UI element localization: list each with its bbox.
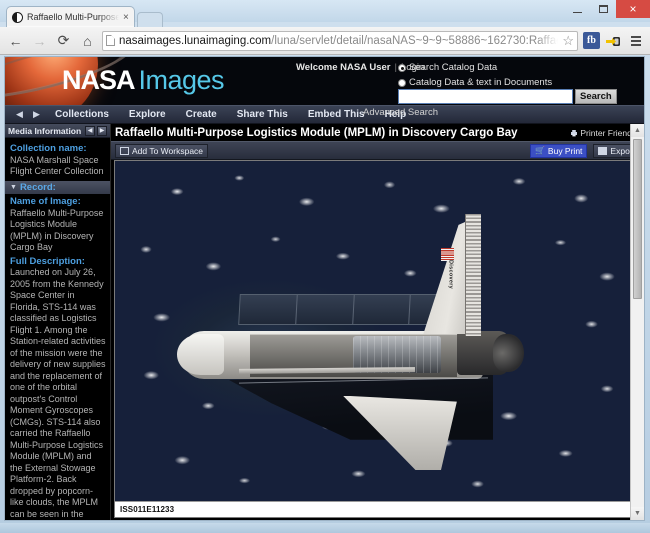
tab-close-icon[interactable]: × xyxy=(123,12,129,23)
detail-action-toolbar: Add To Workspace 🛒 Buy Print Export xyxy=(111,141,644,160)
logo-nasa-text: NASA xyxy=(62,65,135,95)
space-shuttle-graphic: Discovery xyxy=(115,161,633,501)
hamburger-menu-icon[interactable] xyxy=(628,32,644,49)
panel-collapse-left-button[interactable]: ◀ xyxy=(85,126,95,136)
reload-icon[interactable]: ⟳ xyxy=(54,31,73,50)
workspace-icon xyxy=(120,147,129,155)
bookmark-star-icon[interactable]: ☆ xyxy=(562,33,574,49)
name-of-image-label: Name of Image: xyxy=(10,196,106,208)
tab-title: Raffaello Multi-Purpose xyxy=(27,12,119,22)
name-of-image-value: Raffaello Multi-Purpose Logistics Module… xyxy=(10,208,106,254)
panel-header: Media Information ◀ ▶ xyxy=(5,124,110,138)
new-tab-button[interactable] xyxy=(137,12,163,27)
site-logo[interactable]: NASAImages xyxy=(62,65,224,96)
nav-item-collections[interactable]: Collections xyxy=(45,109,119,120)
collection-name-value: NASA Marshall Space Flight Center Collec… xyxy=(10,155,106,178)
user-divider: | xyxy=(395,62,397,73)
scrollbar-down-arrow-icon[interactable]: ▼ xyxy=(631,507,644,520)
detail-content-panel: Raffaello Multi-Purpose Logistics Module… xyxy=(111,124,644,520)
maximize-button[interactable] xyxy=(590,0,616,18)
home-icon[interactable]: ⌂ xyxy=(78,31,97,50)
tail-detail-stripes xyxy=(465,214,482,336)
image-viewer[interactable]: Discovery ISS011E11233 xyxy=(114,160,634,518)
site-header: NASAImages Welcome NASA User | Login Sea… xyxy=(5,57,644,105)
printer-icon xyxy=(570,129,578,137)
add-to-workspace-label: Add To Workspace xyxy=(132,146,203,156)
radio-search-catalog-data[interactable]: Search Catalog Data xyxy=(398,62,497,75)
key-icon-glyph xyxy=(606,34,622,48)
facebook-extension-icon[interactable]: fb xyxy=(583,32,600,49)
scrollbar-up-arrow-icon[interactable]: ▲ xyxy=(631,124,644,137)
url-path: /luna/servlet/detail/nasaNAS~9~9~58886~1… xyxy=(271,35,558,47)
search-row: Search xyxy=(398,89,617,104)
window-status-bar xyxy=(0,523,650,533)
record-section-toggle[interactable]: ▼ Record: xyxy=(5,181,110,195)
logo-images-text: Images xyxy=(139,65,225,95)
search-scope-radios: Search Catalog Data Catalog Data & text … xyxy=(398,62,644,92)
orbiter-nose xyxy=(177,334,224,375)
nav-item-share-this[interactable]: Share This xyxy=(227,109,298,120)
window-controls: × xyxy=(564,0,650,18)
tab-favicon-icon xyxy=(12,12,23,23)
radio-catalog-data-and-text[interactable]: Catalog Data & text in Documents xyxy=(398,77,552,90)
page-title: Raffaello Multi-Purpose Logistics Module… xyxy=(115,127,564,139)
nasa-images-page: NASAImages Welcome NASA User | Login Sea… xyxy=(5,57,644,520)
scrollbar-thumb[interactable] xyxy=(633,139,642,299)
page-viewport: NASAImages Welcome NASA User | Login Sea… xyxy=(4,56,645,521)
url-text: nasaimages.lunaimaging.com/luna/servlet/… xyxy=(119,35,558,47)
record-toggle-triangle-icon: ▼ xyxy=(10,182,17,194)
address-bar[interactable]: nasaimages.lunaimaging.com/luna/servlet/… xyxy=(102,31,578,51)
advanced-search-link[interactable]: Advanced Search xyxy=(363,107,438,118)
nav-item-explore[interactable]: Explore xyxy=(119,109,176,120)
main-navigation: ◀ ▶ Collections Explore Create Share Thi… xyxy=(5,105,644,124)
browser-tab[interactable]: Raffaello Multi-Purpose × xyxy=(6,6,135,27)
back-icon[interactable]: ← xyxy=(6,31,25,50)
nav-next-arrow-icon[interactable]: ▶ xyxy=(28,105,45,124)
radio-dot-icon xyxy=(398,79,406,87)
full-description-value: Launched on July 26, 2005 from the Kenne… xyxy=(10,267,106,520)
radio-label-catalog-data: Search Catalog Data xyxy=(409,62,497,75)
page-body: Media Information ◀ ▶ Collection name: N… xyxy=(5,124,644,520)
browser-toolbar: ← → ⟳ ⌂ nasaimages.lunaimaging.com/luna/… xyxy=(0,27,650,55)
radio-label-catalog-text: Catalog Data & text in Documents xyxy=(409,77,552,90)
shuttle-photo[interactable]: Discovery xyxy=(115,161,633,501)
page-scrollbar[interactable]: ▲ ▼ xyxy=(630,124,644,520)
nav-item-create[interactable]: Create xyxy=(176,109,227,120)
cart-icon: 🛒 xyxy=(535,147,545,155)
detail-title-row: Raffaello Multi-Purpose Logistics Module… xyxy=(111,124,644,141)
nav-prev-arrow-icon[interactable]: ◀ xyxy=(11,105,28,124)
buy-print-button[interactable]: 🛒 Buy Print xyxy=(530,144,587,158)
full-description-label: Full Description: xyxy=(10,256,106,268)
orbiter-name-text: Discovery xyxy=(448,260,454,289)
url-host: nasaimages.lunaimaging.com xyxy=(119,35,271,47)
title-bar: Raffaello Multi-Purpose × × xyxy=(0,0,650,22)
image-caption: ISS011E11233 xyxy=(120,505,174,514)
panel-content: Collection name: NASA Marshall Space Fli… xyxy=(5,138,110,520)
search-button[interactable]: Search xyxy=(575,89,617,104)
main-engine-nozzles xyxy=(493,334,524,371)
minimize-button[interactable] xyxy=(564,0,590,18)
close-button[interactable]: × xyxy=(616,0,650,18)
image-caption-bar: ISS011E11233 xyxy=(115,501,633,517)
radio-dot-selected-icon xyxy=(398,64,406,72)
key-extension-icon[interactable] xyxy=(605,32,623,49)
browser-window: Raffaello Multi-Purpose × × ← → ⟳ ⌂ nasa… xyxy=(0,0,650,533)
search-input[interactable] xyxy=(398,89,573,104)
panel-collapse-right-button[interactable]: ▶ xyxy=(97,126,107,136)
forward-icon: → xyxy=(30,31,49,50)
buy-print-label: Buy Print xyxy=(548,146,583,156)
record-section-label: Record: xyxy=(20,182,56,194)
user-search-bar: Welcome NASA User | Login Search Catalog… xyxy=(292,62,644,73)
media-information-panel: Media Information ◀ ▶ Collection name: N… xyxy=(5,124,111,520)
collection-name-label: Collection name: xyxy=(10,143,106,155)
add-to-workspace-button[interactable]: Add To Workspace xyxy=(115,144,208,158)
disk-icon xyxy=(598,147,607,155)
tab-strip: Raffaello Multi-Purpose × xyxy=(6,4,163,27)
panel-title: Media Information xyxy=(8,126,83,136)
page-info-icon xyxy=(106,35,115,46)
welcome-text: Welcome NASA User xyxy=(296,62,391,73)
